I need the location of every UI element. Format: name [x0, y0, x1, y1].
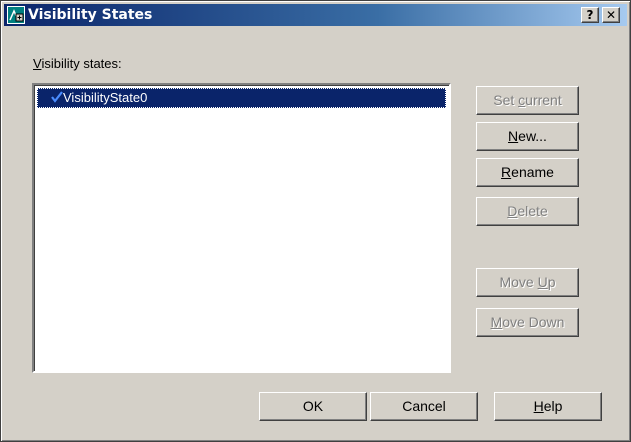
- ok-button[interactable]: OK: [259, 392, 367, 421]
- button-text: Set: [493, 92, 519, 108]
- list-item-label: VisibilityState0: [63, 90, 148, 105]
- help-button[interactable]: Help: [494, 392, 602, 421]
- move-up-button[interactable]: Move Up: [476, 268, 579, 297]
- rename-button[interactable]: Rename: [476, 158, 579, 187]
- title-bar[interactable]: Visibility States ? ✕: [4, 4, 627, 26]
- button-text: urrent: [525, 92, 562, 108]
- checkmark-icon: [51, 91, 63, 103]
- button-text: Cancel: [402, 398, 446, 414]
- set-current-button[interactable]: Set current: [476, 86, 579, 115]
- button-text: ove Down: [502, 314, 565, 330]
- button-text: Move: [499, 274, 538, 290]
- cancel-button[interactable]: Cancel: [370, 392, 478, 421]
- new-button[interactable]: New...: [476, 122, 579, 151]
- visibility-states-list[interactable]: VisibilityState0: [32, 83, 451, 373]
- button-mnemonic: M: [490, 314, 503, 330]
- button-mnemonic: D: [507, 203, 518, 219]
- block-editor-icon: [7, 6, 25, 24]
- button-mnemonic: R: [501, 164, 512, 180]
- label-text: isibility states:: [41, 56, 122, 71]
- move-down-button[interactable]: Move Down: [476, 308, 579, 337]
- dialog-title: Visibility States: [28, 7, 153, 23]
- button-mnemonic: N: [508, 128, 519, 144]
- button-text: p: [547, 274, 556, 290]
- button-text: elete: [517, 203, 548, 219]
- button-mnemonic: H: [533, 398, 544, 414]
- visibility-states-label: Visibility states:: [33, 56, 122, 71]
- delete-button[interactable]: Delete: [476, 197, 579, 226]
- help-title-button[interactable]: ?: [581, 7, 599, 23]
- button-text: OK: [302, 398, 324, 414]
- visibility-states-dialog: Visibility States ? ✕ Visibility states:…: [0, 0, 631, 442]
- close-button[interactable]: ✕: [602, 7, 620, 23]
- button-mnemonic: U: [537, 274, 548, 290]
- button-text: ename: [511, 164, 554, 180]
- list-item[interactable]: VisibilityState0: [37, 88, 446, 108]
- button-text: ew...: [518, 128, 547, 144]
- close-icon: ✕: [605, 8, 617, 22]
- button-text: elp: [543, 398, 563, 414]
